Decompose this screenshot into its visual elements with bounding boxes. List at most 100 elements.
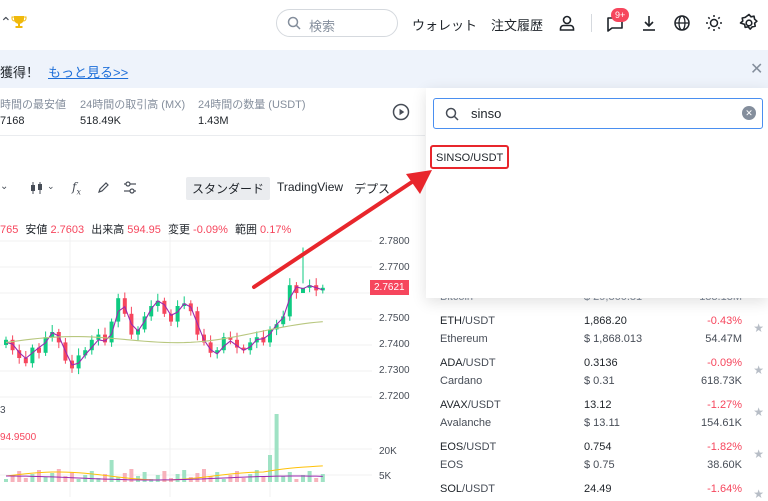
volume-bar — [4, 479, 8, 482]
volume-bar — [56, 469, 61, 482]
stat-volume-value: 518.49K — [80, 115, 121, 127]
chart-settings-icon[interactable] — [123, 181, 137, 194]
theme-sun-icon[interactable] — [705, 14, 723, 32]
symbol: AVAX/USDT — [440, 399, 501, 411]
asset-name: Cardano — [440, 375, 483, 387]
usd-price: $ 0.75 — [584, 459, 615, 471]
favorite-star-icon[interactable]: ★ — [753, 363, 764, 377]
trophy-icon[interactable] — [11, 14, 27, 30]
volume-bar — [70, 472, 74, 482]
volume-bar — [261, 477, 266, 482]
pair-search-dropdown: sinso ✕ SINSO/USDT — [426, 88, 768, 298]
symbol-base: AVAX — [440, 399, 468, 411]
search-result-sinso[interactable]: SINSO/USDT — [430, 145, 510, 169]
volume-bar — [241, 478, 246, 482]
price-tick: 2.7400 — [379, 339, 410, 350]
change: -1.27% — [707, 399, 742, 411]
top-bar: ⌃ 検索 ウォレット 注文履歴 9+ — [0, 0, 768, 48]
volume: 154.61K — [701, 417, 742, 429]
volume-bar — [50, 473, 55, 482]
change: -1.82% — [707, 441, 742, 453]
play-circle-icon[interactable] — [392, 103, 410, 121]
draw-pencil-icon[interactable] — [97, 181, 110, 194]
volume-bar — [228, 475, 233, 482]
volume-tick: 5K — [379, 471, 392, 482]
volume-bar — [221, 479, 226, 482]
symbol-quote: /USDT — [467, 399, 501, 411]
volume-bar — [43, 477, 48, 482]
stat-volume-label: 24時間の取引高 (MX) — [80, 99, 186, 111]
volume-bar — [294, 479, 299, 482]
symbol: ETH/USDT — [440, 315, 495, 327]
volume-bar — [274, 414, 279, 482]
indicator-fx-icon[interactable]: fx — [72, 180, 81, 196]
symbol-base: ETH — [440, 315, 462, 327]
symbol-quote: /USDT — [462, 357, 496, 369]
volume-readout: 94.9500 — [0, 432, 37, 443]
stat-amount-label: 24時間の数量 (USDT) — [198, 99, 306, 111]
stat-low-value: 7168 — [0, 115, 25, 127]
volume-bar — [175, 474, 180, 482]
price: 24.49 — [584, 483, 612, 495]
symbol-base: EOS — [440, 441, 464, 453]
price-tick: 2.7300 — [379, 365, 410, 376]
candle-type-chevron-icon[interactable]: ⌄ — [47, 181, 55, 192]
volume-bar — [23, 478, 28, 482]
symbol-quote: /USDT — [462, 315, 495, 327]
stat-low-label: 時間の最安値 — [0, 99, 66, 111]
symbol-base: SOL — [440, 483, 463, 495]
volume-bar — [182, 470, 187, 482]
clear-search-icon[interactable]: ✕ — [742, 106, 756, 120]
volume-bar — [76, 479, 81, 482]
annotation-arrow — [252, 170, 432, 289]
volume-bar — [155, 475, 160, 482]
usd-price: $ 13.11 — [584, 417, 620, 429]
market-stats: 時間の最安値 7168 24時間の取引高 (MX) 518.49K 24時間の数… — [0, 88, 425, 136]
price: 13.12 — [584, 399, 612, 411]
favorite-star-icon[interactable]: ★ — [753, 447, 764, 461]
symbol: EOS/USDT — [440, 441, 496, 453]
volume: 38.60K — [707, 459, 742, 471]
nav-orders[interactable]: 注文履歴 — [491, 15, 543, 34]
symbol-base: ADA — [440, 357, 463, 369]
user-icon[interactable] — [558, 14, 576, 32]
pair-search-query[interactable]: sinso — [471, 106, 501, 121]
download-icon[interactable] — [640, 14, 658, 32]
favorite-star-icon[interactable]: ★ — [753, 405, 764, 419]
volume-bar — [248, 474, 253, 482]
price: 0.3136 — [584, 357, 618, 369]
asset-name: Ethereum — [440, 333, 488, 345]
pair-search-input-box[interactable]: sinso ✕ — [433, 98, 763, 129]
volume-bar — [320, 474, 325, 482]
divider — [591, 14, 592, 32]
volume-bar — [314, 478, 319, 482]
volume-bar — [235, 471, 239, 482]
notice-link[interactable]: もっと見る>> — [48, 62, 128, 81]
change: -0.43% — [707, 315, 742, 327]
favorite-star-icon[interactable]: ★ — [753, 321, 764, 335]
globe-icon[interactable] — [673, 14, 691, 32]
notice-text: 獲得！ — [0, 65, 40, 80]
symbol: ADA/USDT — [440, 357, 496, 369]
candle-body — [175, 306, 180, 322]
nav-wallet[interactable]: ウォレット — [412, 15, 477, 34]
price: 0.754 — [584, 441, 612, 453]
change: -1.64% — [707, 483, 742, 495]
interval-dropdown-icon[interactable]: ⌄ — [0, 181, 8, 192]
candle-body — [30, 347, 35, 364]
candle-type-icon[interactable] — [30, 182, 44, 194]
search-placeholder: 検索 — [309, 19, 336, 34]
asset-name: Avalanche — [440, 417, 492, 429]
price-tick: 2.7200 — [379, 391, 410, 402]
price: 1,868.20 — [584, 315, 627, 327]
header-search[interactable]: 検索 — [276, 9, 398, 37]
close-icon[interactable]: ✕ — [750, 59, 763, 79]
change: -0.09% — [707, 357, 742, 369]
candle-body — [109, 321, 114, 343]
left-small-label: 3 — [0, 405, 6, 416]
symbol-quote: /USDT — [462, 483, 496, 495]
volume-bar — [109, 460, 114, 482]
settings-gear-icon[interactable] — [739, 13, 759, 33]
favorite-star-icon[interactable]: ★ — [753, 487, 764, 501]
notification-badge: 9+ — [611, 8, 630, 22]
